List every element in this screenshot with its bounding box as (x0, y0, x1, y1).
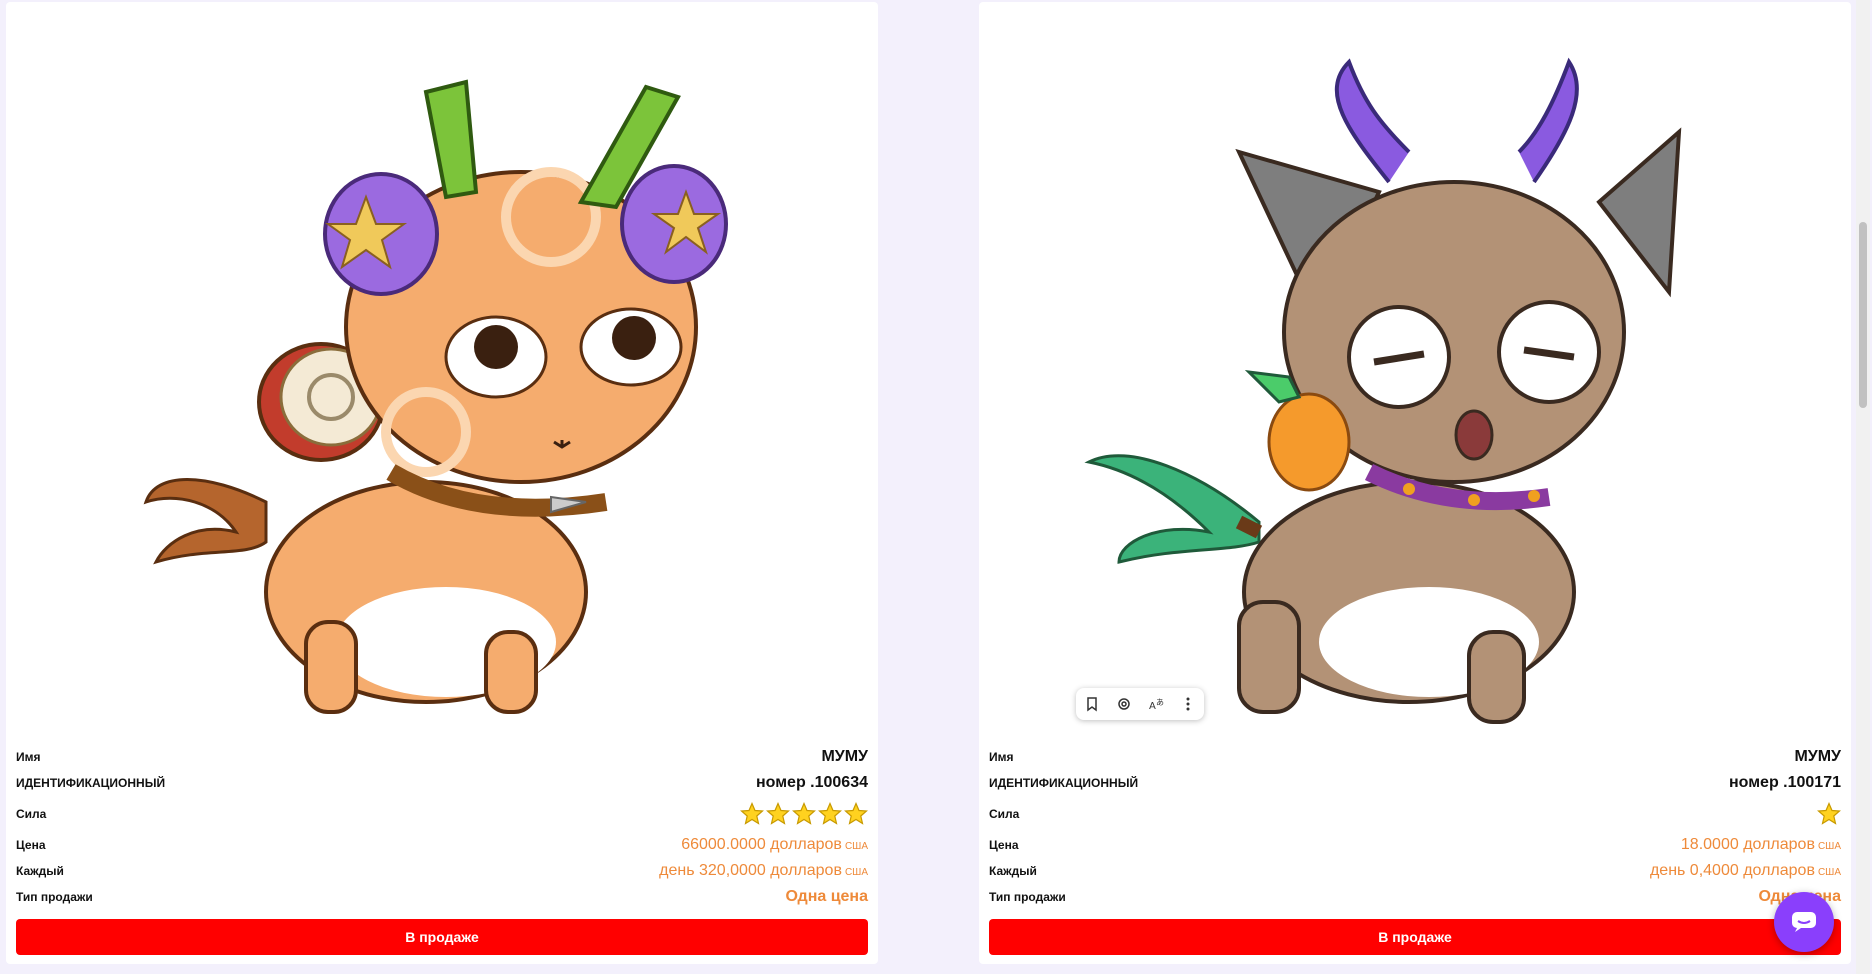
sale-type-value: Одна цена (785, 888, 868, 905)
price-row: Цена 66000.0000 долларов США (16, 832, 868, 858)
name-row: Имя МУМУ (989, 744, 1841, 770)
daily-row: Каждый день 320,0000 долларов США (16, 858, 868, 884)
daily-label: Каждый (989, 864, 1037, 878)
pet-image (6, 2, 878, 742)
on-sale-button[interactable]: В продаже (989, 919, 1841, 955)
svg-text:あ: あ (1156, 698, 1164, 707)
page-scrollbar[interactable] (1856, 0, 1870, 974)
name-value: МУМУ (821, 748, 868, 765)
id-value: номер .100634 (755, 774, 868, 791)
price-row: Цена 18.0000 долларов США (989, 832, 1841, 858)
name-label: Имя (16, 750, 41, 764)
id-label: ИДЕНТИФИКАЦИОННЫЙ (989, 776, 1139, 790)
pet-info: Имя МУМУ ИДЕНТИФИКАЦИОННЫЙ номер .100171… (989, 744, 1841, 910)
sale-type-row: Тип продажи Одна цена (989, 884, 1841, 910)
daily-value: день 320,0000 долларов США (659, 862, 868, 879)
image-toolbar: Aあ (1076, 688, 1204, 720)
id-value: номер .100171 (1728, 774, 1841, 791)
bookmark-icon[interactable] (1078, 690, 1106, 718)
price-value: 18.0000 долларов США (1680, 836, 1841, 853)
price-label: Цена (989, 838, 1019, 852)
star-icon (792, 802, 816, 825)
more-icon[interactable] (1174, 690, 1202, 718)
price-value: 66000.0000 долларов США (681, 836, 868, 853)
translate-icon[interactable]: Aあ (1142, 690, 1170, 718)
lens-icon[interactable] (1110, 690, 1138, 718)
id-label: ИДЕНТИФИКАЦИОННЫЙ (16, 776, 166, 790)
sale-type-label: Тип продажи (989, 890, 1066, 904)
chat-icon (1792, 912, 1816, 932)
id-row: ИДЕНТИФИКАЦИОННЫЙ номер .100171 (989, 770, 1841, 796)
daily-label: Каждый (16, 864, 64, 878)
on-sale-button[interactable]: В продаже (16, 919, 868, 955)
svg-text:A: A (1149, 701, 1156, 712)
star-icon (818, 802, 842, 825)
pet-info: Имя МУМУ ИДЕНТИФИКАЦИОННЫЙ номер .100634… (16, 744, 868, 910)
pet-image (979, 2, 1851, 742)
power-label: Сила (16, 807, 47, 821)
power-row: Сила (989, 796, 1841, 832)
star-icon (1817, 802, 1841, 825)
daily-value: день 0,4000 долларов США (1649, 862, 1841, 879)
chat-button[interactable] (1774, 892, 1834, 952)
scrollbar-thumb[interactable] (1859, 222, 1867, 408)
star-rating (1817, 802, 1841, 826)
star-icon (740, 802, 764, 825)
name-row: Имя МУМУ (16, 744, 868, 770)
power-row: Сила (16, 796, 868, 832)
sale-type-label: Тип продажи (16, 890, 93, 904)
name-value: МУМУ (1794, 748, 1841, 765)
star-rating (740, 802, 868, 826)
name-label: Имя (989, 750, 1014, 764)
pet-card: Имя МУМУ ИДЕНТИФИКАЦИОННЫЙ номер .100171… (979, 2, 1851, 964)
id-row: ИДЕНТИФИКАЦИОННЫЙ номер .100634 (16, 770, 868, 796)
power-label: Сила (989, 807, 1020, 821)
star-icon (844, 802, 868, 825)
daily-row: Каждый день 0,4000 долларов США (989, 858, 1841, 884)
sale-type-row: Тип продажи Одна цена (16, 884, 868, 910)
pet-card: Имя МУМУ ИДЕНТИФИКАЦИОННЫЙ номер .100634… (6, 2, 878, 964)
price-label: Цена (16, 838, 46, 852)
star-icon (766, 802, 790, 825)
